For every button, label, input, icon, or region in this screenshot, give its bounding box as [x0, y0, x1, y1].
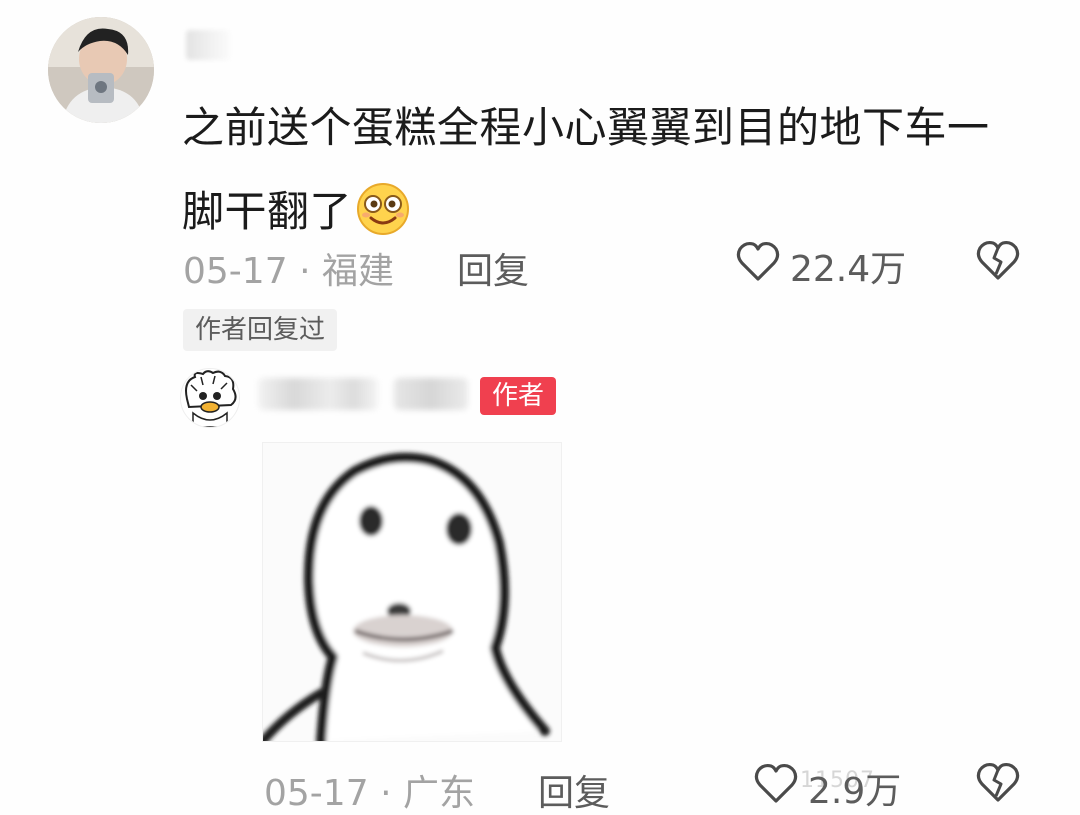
author-avatar[interactable] — [180, 368, 240, 428]
avatar-photo — [48, 17, 154, 123]
reply-location: 广东 — [402, 773, 475, 814]
reply-sticker-image[interactable] — [262, 442, 562, 742]
heart-icon — [736, 241, 780, 292]
heart-icon — [754, 763, 798, 814]
comment-text-line1: 之前送个蛋糕全程小心翼翼到目的地下车一 — [182, 103, 990, 152]
comment-meta: 05-17 · 福建 回复 — [183, 242, 529, 294]
meta-separator: · — [299, 251, 311, 292]
author-username-blurred[interactable] — [258, 378, 378, 410]
comment-text-line2-text: 脚干翻了 — [182, 187, 353, 236]
reply-meta: 05-17 · 广东 回复 — [264, 764, 610, 815]
smiley-emoji-icon — [356, 180, 410, 235]
comment-thread: 之前送个蛋糕全程小心翼翼到目的地下车一 脚干翻了 05-17 · 福建 回复 2… — [0, 0, 1080, 815]
reply-like-count: 2.9万 — [808, 771, 902, 812]
comment-location: 福建 — [321, 251, 394, 292]
broken-heart-icon[interactable] — [974, 762, 1022, 808]
penguin-avatar-icon — [181, 369, 239, 427]
comment-body: 之前送个蛋糕全程小心翼翼到目的地下车一 脚干翻了 — [182, 86, 1062, 254]
author-replied-badge[interactable]: 作者回复过 — [183, 309, 338, 351]
comment-date: 05-17 — [183, 251, 288, 292]
reply-date: 05-17 — [264, 773, 369, 814]
author-username-blurred-2[interactable] — [394, 378, 468, 410]
reply-to-reply-button[interactable]: 回复 — [538, 764, 610, 815]
broken-heart-icon[interactable] — [974, 240, 1022, 286]
penguin-meme-sticker — [263, 443, 561, 741]
like-button[interactable]: 22.4万 — [736, 240, 906, 292]
author-tag-badge: 作者 — [480, 377, 557, 415]
commenter-avatar[interactable] — [48, 17, 154, 123]
meta-separator: · — [380, 773, 392, 814]
commenter-username-blurred[interactable] — [186, 30, 230, 60]
reply-button[interactable]: 回复 — [457, 242, 529, 294]
reply-like-button[interactable]: 2.9万 — [754, 762, 901, 814]
like-count: 22.4万 — [790, 249, 907, 290]
